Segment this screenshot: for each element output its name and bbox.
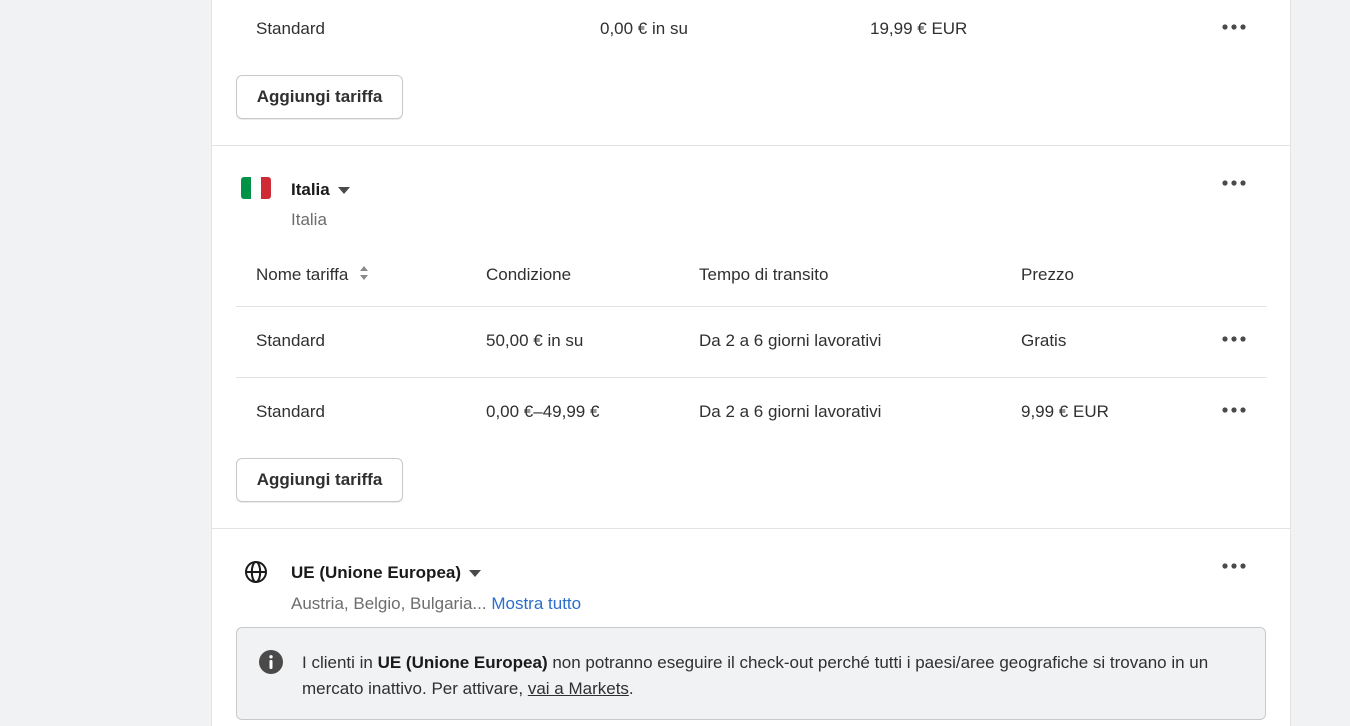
more-horizontal-icon[interactable] — [1222, 178, 1246, 188]
banner-text-after: . — [628, 679, 634, 698]
info-banner-text: I clienti in UE (Unione Europea) non pot… — [302, 650, 1252, 702]
banner-text-before: I clienti in — [302, 653, 378, 672]
rate-condition: 0,00 € in su — [600, 19, 688, 38]
italy-flag-icon — [241, 177, 271, 199]
more-horizontal-icon[interactable] — [1222, 334, 1246, 344]
sort-icon[interactable] — [359, 265, 369, 286]
caret-down-icon[interactable] — [337, 187, 350, 195]
table-cell-condition: 0,00 €–49,99 € — [486, 402, 600, 421]
shipping-rates-card: Standard 0,00 € in su 19,99 € EUR Aggiun… — [211, 0, 1291, 726]
column-header-price: Prezzo — [1021, 265, 1074, 284]
table-cell-transit: Da 2 a 6 giorni lavorativi — [699, 402, 882, 421]
zone-title-row: Italia — [291, 180, 350, 200]
zone-title: UE (Unione Europea) — [291, 563, 462, 582]
section-divider — [212, 145, 1290, 146]
zone-subtitle: Italia — [291, 210, 327, 229]
column-header-transit: Tempo di transito — [699, 265, 829, 284]
table-cell-name: Standard — [256, 331, 325, 350]
banner-bold-text: UE (Unione Europea) — [377, 653, 548, 672]
zone-title: Italia — [291, 180, 330, 199]
rate-name: Standard — [256, 19, 325, 38]
table-cell-price: Gratis — [1021, 331, 1067, 350]
zone-title-row: UE (Unione Europea) — [291, 563, 482, 583]
rate-price: 19,99 € EUR — [870, 19, 968, 38]
section-divider — [212, 528, 1290, 529]
table-divider — [236, 306, 1267, 307]
show-all-link[interactable]: Mostra tutto — [491, 594, 581, 613]
zone-countries: Austria, Belgio, Bulgaria... — [291, 594, 487, 613]
table-cell-condition: 50,00 € in su — [486, 331, 584, 350]
markets-link[interactable]: vai a Markets — [528, 679, 629, 698]
more-horizontal-icon[interactable] — [1222, 561, 1246, 571]
table-cell-price: 9,99 € EUR — [1021, 402, 1109, 421]
add-rate-button[interactable]: Aggiungi tariffa — [236, 75, 403, 119]
info-icon — [258, 649, 284, 675]
column-header-name[interactable]: Nome tariffa — [256, 265, 369, 286]
table-cell-transit: Da 2 a 6 giorni lavorativi — [699, 331, 882, 350]
more-horizontal-icon[interactable] — [1222, 22, 1246, 32]
info-banner: I clienti in UE (Unione Europea) non pot… — [236, 627, 1266, 720]
add-rate-button[interactable]: Aggiungi tariffa — [236, 458, 403, 502]
more-horizontal-icon[interactable] — [1222, 405, 1246, 415]
table-cell-name: Standard — [256, 402, 325, 421]
zone-countries-row: Austria, Belgio, Bulgaria... Mostra tutt… — [291, 594, 581, 614]
table-divider — [236, 377, 1267, 378]
caret-down-icon[interactable] — [469, 570, 482, 578]
globe-icon — [244, 560, 268, 584]
column-header-condition: Condizione — [486, 265, 572, 284]
column-header-name-label: Nome tariffa — [256, 265, 349, 284]
